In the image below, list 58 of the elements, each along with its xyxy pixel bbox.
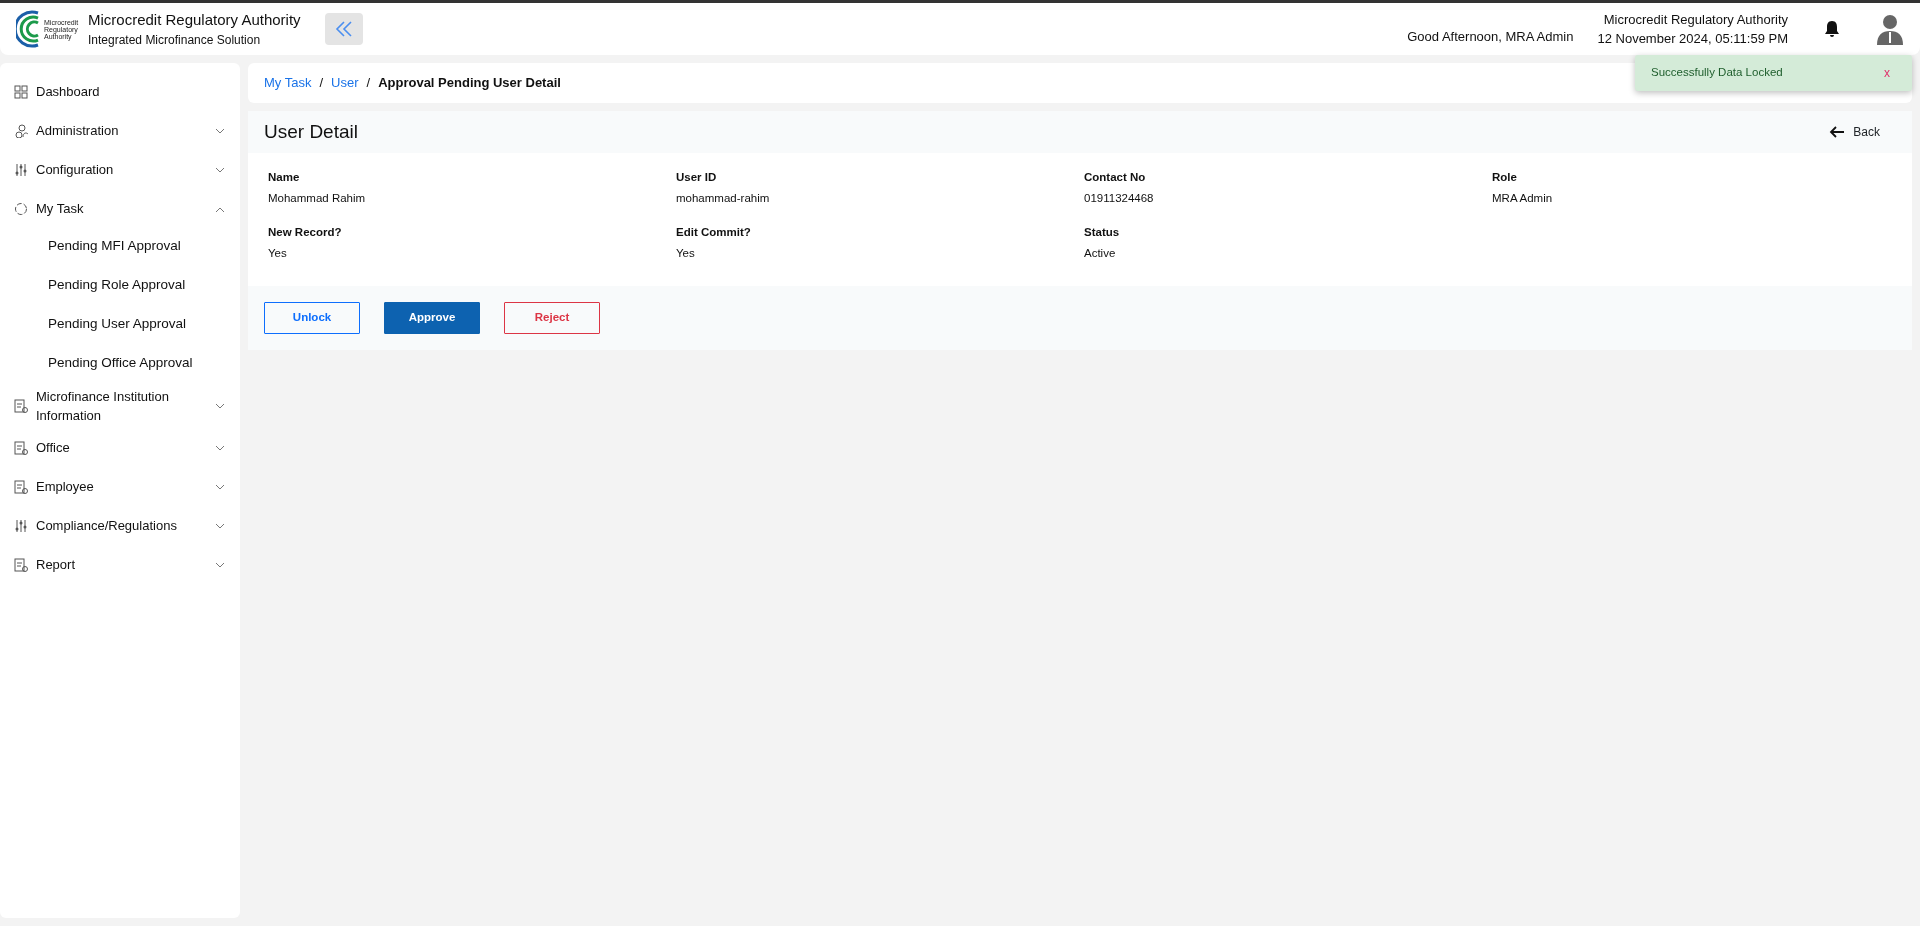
sidebar-item[interactable]: Dashboard [0,71,240,110]
sidebar-item[interactable]: Administration [0,110,240,149]
sidebar-subitem[interactable]: Pending Office Approval [0,344,240,383]
app-subtitle: Integrated Microfinance Solution [88,32,262,50]
people-icon [14,123,28,138]
sidebar-item[interactable]: Employee [0,466,240,505]
breadcrumb-link[interactable]: User [331,73,359,93]
sliders-icon [14,518,28,533]
field-label: Edit Commit? [676,224,752,240]
sidebar-subitem[interactable]: Pending User Approval [0,305,240,344]
arrow-left-icon [1829,125,1846,139]
sidebar-item[interactable]: Configuration [0,149,240,188]
field-label: Role [1492,170,1518,185]
field-label: User ID [676,170,718,185]
sliders-icon [14,162,28,177]
field-label: Status [1084,224,1121,240]
circle-icon [14,201,28,216]
document-icon [14,440,28,455]
double-chevron-icon [333,20,354,38]
reject-button[interactable]: Reject [504,302,600,334]
field-label: New Record? [268,224,343,240]
field-value: Yes [676,245,696,261]
organization-name: Microcredit Regulatory Authority [1602,10,1788,29]
field-label: Contact No [1084,170,1147,185]
breadcrumb-separator: / [366,74,371,93]
close-button[interactable]: x [1878,63,1896,83]
card-title: User Detail [264,119,359,144]
bell-icon[interactable] [1824,20,1840,38]
field-value: Active [1084,245,1117,261]
greeting-text: Good Afternoon, MRA Admin [1407,28,1574,47]
document-icon [14,399,28,413]
back-link[interactable]: Back [1829,123,1880,141]
sidebar-item[interactable]: Compliance/Regulations [0,505,240,544]
breadcrumb-separator: / [319,74,324,93]
sidebar-subitem[interactable]: Pending Role Approval [0,266,240,305]
sidebar-item[interactable]: Report [0,544,240,583]
field-label: Name [268,170,301,185]
field-value: Mohammad Rahim [268,191,367,207]
toast-message: Successfully Data Locked [1651,65,1784,81]
field-value: Yes [268,245,288,261]
sidebar-toggle-button[interactable] [324,13,363,45]
breadcrumb-current: Approval Pending User Detail [378,74,561,93]
document-icon [14,557,28,572]
logo-icon [16,9,40,49]
field-value: MRA Admin [1492,191,1554,207]
unlock-button[interactable]: Unlock [264,302,360,334]
app-title: Microcredit Regulatory Authority [88,9,301,30]
approve-button[interactable]: Approve [384,302,480,334]
breadcrumb-link[interactable]: My Task [264,73,312,93]
sidebar-item[interactable]: My Task [0,188,240,227]
date-time: 12 November 2024, 05:11:59 PM [1597,30,1788,48]
sidebar-subitem[interactable]: Pending MFI Approval [0,227,240,266]
field-value: mohammad-rahim [676,191,771,207]
avatar-icon[interactable] [1876,13,1904,45]
sidebar-item[interactable]: Office [0,427,240,466]
field-value: 01911324468 [1084,191,1155,207]
grid-icon [14,84,28,99]
sidebar-item[interactable]: Microfinance Institution Information [0,383,240,427]
